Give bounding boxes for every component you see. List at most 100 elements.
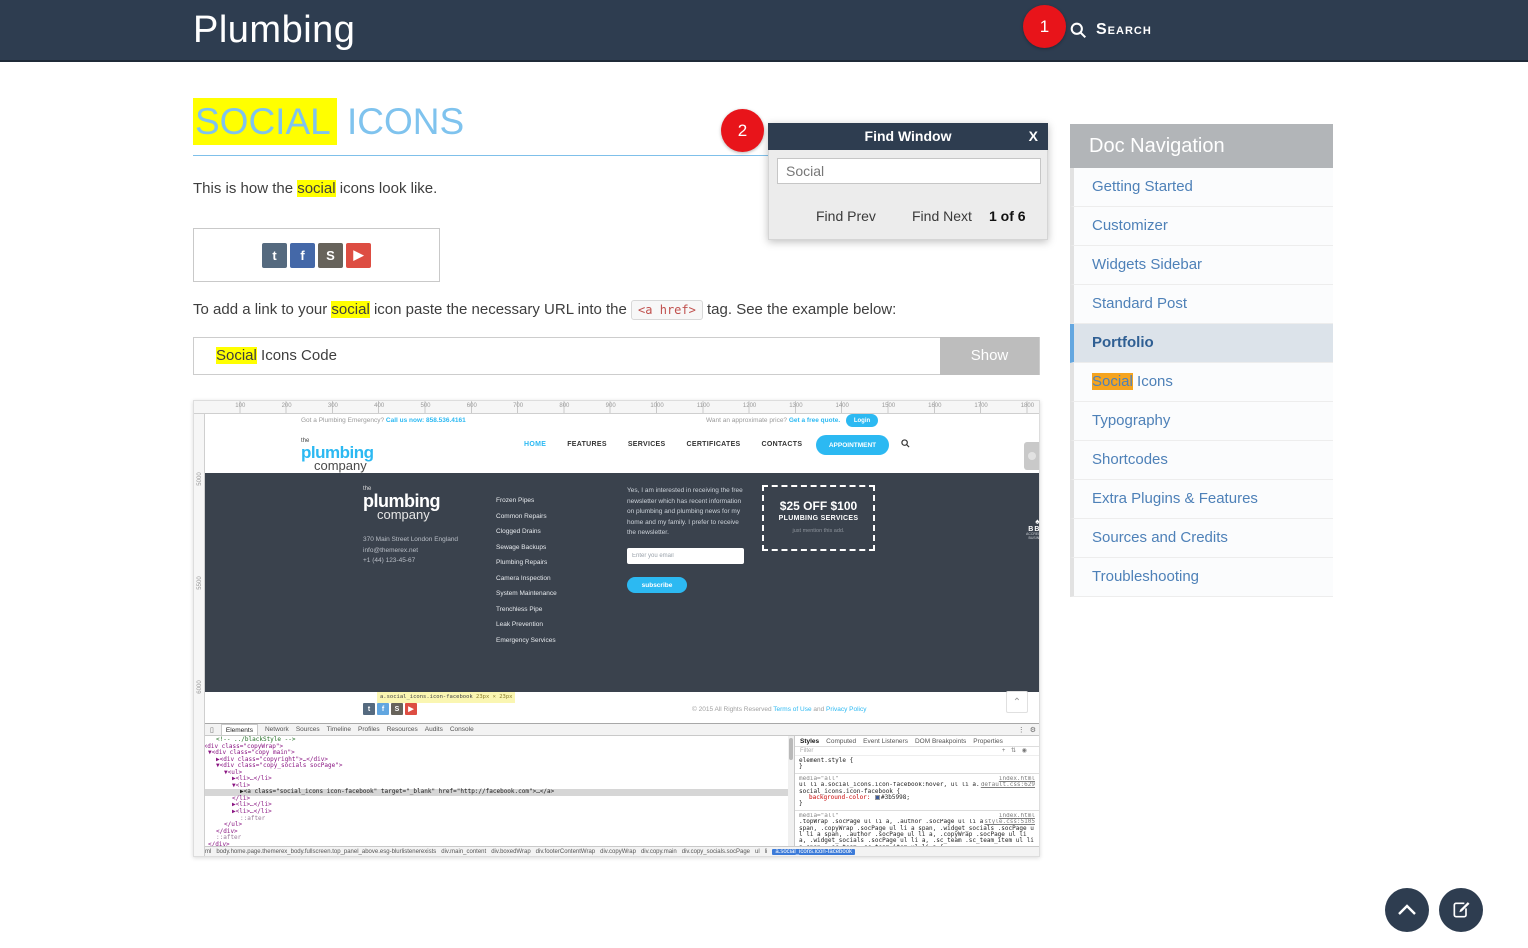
ruler-tick: 1300	[784, 403, 808, 409]
subscribe-button[interactable]: subscribe	[627, 577, 687, 593]
devtools-breadcrumb[interactable]: div.boxedWrap	[491, 849, 530, 855]
sidebar-item-getting-started[interactable]: Getting Started	[1070, 168, 1333, 207]
social-icon-tumblr[interactable]: t	[262, 243, 287, 268]
shot-topbar-right: Want an approximate price? Get a free qu…	[706, 417, 840, 424]
free-quote-link[interactable]: Get a free quote.	[789, 417, 840, 424]
devtools-tab-sources[interactable]: Sources	[296, 726, 320, 733]
find-input[interactable]	[777, 158, 1041, 184]
devtools-tab-timeline[interactable]: Timeline	[327, 726, 351, 733]
devtools-breadcrumb[interactable]: ul	[755, 849, 760, 855]
devtools-breadcrumb[interactable]: body.home.page.themerex_body.fullscreen.…	[216, 849, 436, 855]
ruler-tick: 200	[275, 403, 299, 409]
social-icon-skype[interactable]: S	[391, 703, 403, 715]
floating-widget[interactable]	[1024, 442, 1040, 470]
site-title[interactable]: Plumbing	[193, 0, 355, 60]
ruler-tick: 6000	[197, 675, 203, 699]
footer-service-link[interactable]: System Maintenance	[496, 586, 557, 602]
device-mode-icon[interactable]: ▯	[210, 726, 214, 734]
sidebar-item-typography[interactable]: Typography	[1070, 402, 1333, 441]
social-icon-facebook[interactable]: f	[377, 703, 389, 715]
site-nav-home[interactable]: HOME	[524, 441, 546, 448]
footer-service-link[interactable]: Sewage Backups	[496, 540, 557, 556]
close-icon[interactable]: X	[1029, 123, 1038, 150]
find-next-button[interactable]: Find Next	[912, 208, 972, 224]
app-header: Plumbing Search	[0, 0, 1528, 62]
login-button[interactable]: Login	[846, 414, 878, 427]
devtools-breadcrumb[interactable]: li	[765, 849, 768, 855]
styles-tab-properties[interactable]: Properties	[973, 738, 1003, 745]
ruler-tick: 400	[367, 403, 391, 409]
privacy-link[interactable]: Privacy Policy	[826, 706, 866, 713]
site-nav-features[interactable]: FEATURES	[567, 441, 607, 448]
footer-service-link[interactable]: Plumbing Repairs	[496, 555, 557, 571]
footer-service-link[interactable]: Camera Inspection	[496, 571, 557, 587]
terms-link[interactable]: Terms of Use	[773, 706, 811, 713]
devtools-tab-audits[interactable]: Audits	[425, 726, 443, 733]
styles-filter-row[interactable]: Filter+ ⇅ ◉	[795, 747, 1039, 756]
styles-tab-computed[interactable]: Computed	[826, 738, 856, 745]
sidebar-item-shortcodes[interactable]: Shortcodes	[1070, 441, 1333, 480]
devtools-panel: ⧉ ▯ ElementsNetworkSourcesTimelineProfil…	[194, 723, 1039, 856]
styles-tab-styles[interactable]: Styles	[800, 738, 819, 745]
css-file-link[interactable]: default.css:629	[981, 782, 1035, 788]
sidebar-item-customizer[interactable]: Customizer	[1070, 207, 1333, 246]
social-icon-youtube[interactable]: ▶	[346, 243, 371, 268]
page-title-highlight: SOCIAL	[193, 98, 337, 145]
sidebar-item-standard-post[interactable]: Standard Post	[1070, 285, 1333, 324]
shot-search-icon[interactable]	[901, 439, 910, 451]
devtools-breadcrumb[interactable]: div.footerContentWrap	[536, 849, 595, 855]
code-accordion-header[interactable]: Social Icons Code Show	[193, 337, 1040, 375]
footer-service-link[interactable]: Frozen Pipes	[496, 493, 557, 509]
copyright-text: © 2015 All Rights Reserved Terms of Use …	[692, 706, 867, 713]
intro-paragraph: This is how the social icons look like.	[193, 180, 437, 197]
ruler-tick: 500	[414, 403, 438, 409]
devtools-breadcrumb[interactable]: div.copy.main	[641, 849, 677, 855]
devtools-settings-icon[interactable]: ⚙	[1030, 726, 1036, 734]
devtools-breadcrumb[interactable]: div.copyWrap	[600, 849, 636, 855]
social-icon-youtube[interactable]: ▶	[405, 703, 417, 715]
devtools-breadcrumb[interactable]: div.copy_socials.socPage	[682, 849, 750, 855]
devtools-breadcrumb[interactable]: div.main_content	[441, 849, 486, 855]
footer-service-link[interactable]: Common Repairs	[496, 509, 557, 525]
scroll-to-top-button[interactable]	[1385, 888, 1429, 932]
devtools-tab-console[interactable]: Console	[450, 726, 474, 733]
site-nav-contacts[interactable]: CONTACTS	[762, 441, 803, 448]
styles-toolbar-icons[interactable]: + ⇅ ◉	[1002, 747, 1029, 756]
sidebar-item-sources-and-credits[interactable]: Sources and Credits	[1070, 519, 1333, 558]
footer-service-link[interactable]: Clogged Drains	[496, 524, 557, 540]
sidebar-item-social-icons[interactable]: Social Icons	[1070, 363, 1333, 402]
devtools-tab-profiles[interactable]: Profiles	[358, 726, 380, 733]
devtools-tab-network[interactable]: Network	[265, 726, 289, 733]
devtools-tab-resources[interactable]: Resources	[387, 726, 418, 733]
newsletter-email-input[interactable]	[627, 548, 744, 564]
call-us-link[interactable]: Call us now: 858.536.4161	[386, 417, 466, 424]
site-nav-certificates[interactable]: CERTIFICATES	[687, 441, 741, 448]
devtools-tab-elements[interactable]: Elements	[221, 724, 258, 735]
sidebar-item-portfolio[interactable]: Portfolio	[1070, 324, 1333, 363]
show-button[interactable]: Show	[940, 337, 1039, 375]
devtools-menu-icon[interactable]: ⋮	[1018, 726, 1025, 734]
styles-tab-dom-breakpoints[interactable]: DOM Breakpoints	[915, 738, 966, 745]
footer-service-link[interactable]: Leak Prevention	[496, 617, 557, 633]
site-logo[interactable]: the plumbing company	[301, 438, 373, 472]
find-prev-button[interactable]: Find Prev	[816, 208, 876, 224]
footer-service-link[interactable]: Trenchless Pipe	[496, 602, 557, 618]
footer-service-link[interactable]: Emergency Services	[496, 633, 557, 649]
scroll-top-widget[interactable]: ⌃	[1006, 691, 1028, 713]
search-button[interactable]: Search	[1070, 0, 1152, 60]
sidebar-item-troubleshooting[interactable]: Troubleshooting	[1070, 558, 1333, 597]
devtools-breadcrumb[interactable]: a.social_icons.icon-facebook	[772, 849, 855, 855]
ruler-tick: 1100	[691, 403, 715, 409]
social-icon-skype[interactable]: S	[318, 243, 343, 268]
edit-page-button[interactable]	[1439, 888, 1483, 932]
find-window-titlebar[interactable]: Find Window X	[768, 123, 1048, 150]
social-icon-facebook[interactable]: f	[290, 243, 315, 268]
site-nav-services[interactable]: SERVICES	[628, 441, 666, 448]
sidebar-item-widgets-sidebar[interactable]: Widgets Sidebar	[1070, 246, 1333, 285]
sidebar-item-extra-plugins-features[interactable]: Extra Plugins & Features	[1070, 480, 1333, 519]
styles-tab-event-listeners[interactable]: Event Listeners	[863, 738, 908, 745]
appointment-button[interactable]: APPOINTMENT	[816, 435, 889, 455]
ruler-tick: 1700	[969, 403, 993, 409]
social-icon-tumblr[interactable]: t	[363, 703, 375, 715]
sidebar-item-label: Icons	[1133, 373, 1173, 390]
